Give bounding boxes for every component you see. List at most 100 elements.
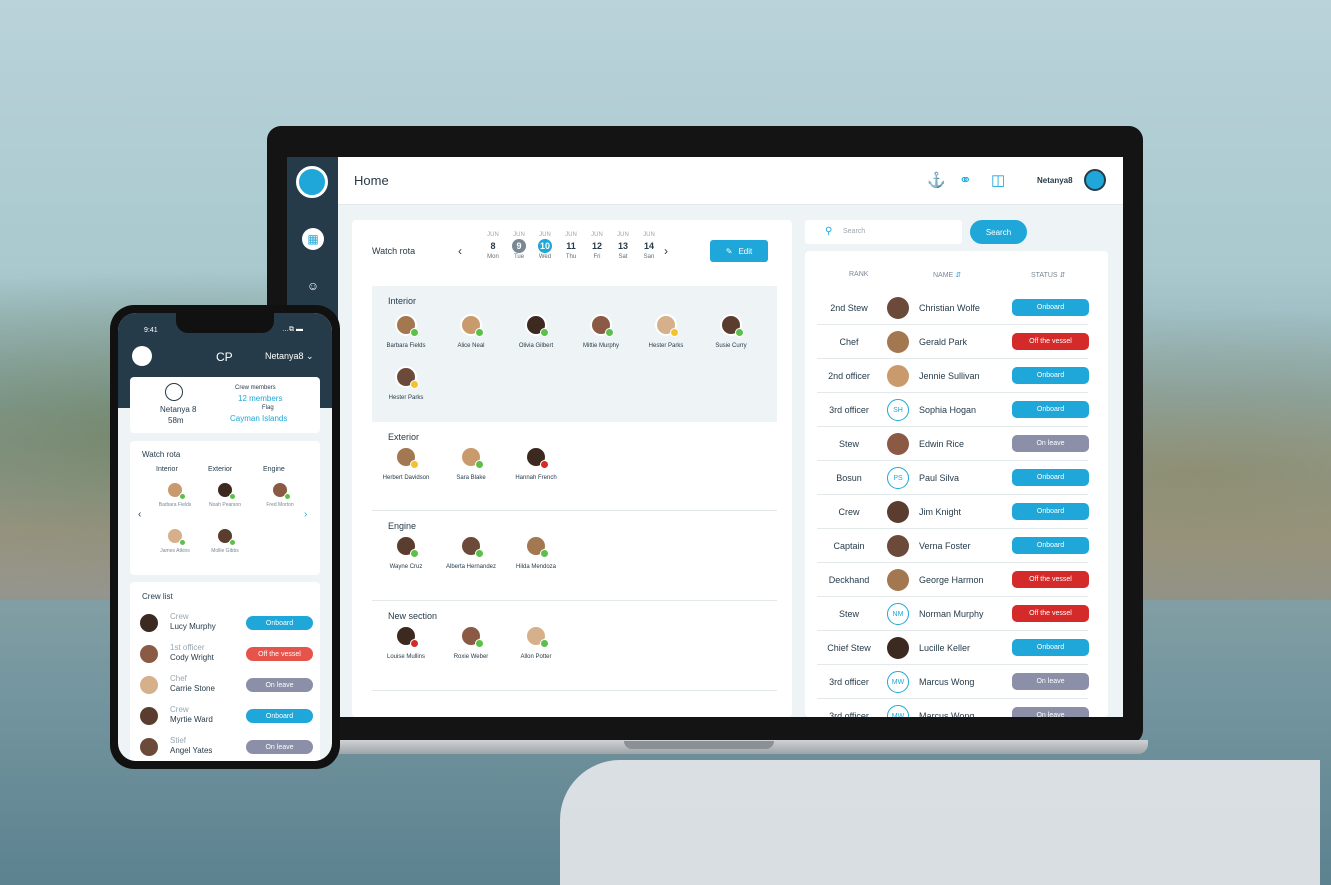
status-badge[interactable]: Onboard (1012, 469, 1089, 486)
avatar: NM (887, 603, 909, 625)
name-header[interactable]: NAME ⇵ (933, 271, 961, 279)
app-logo[interactable] (296, 166, 328, 198)
status-badge[interactable]: On leave (1012, 435, 1089, 452)
table-row[interactable]: 3rd officer MW Marcus Wong On leave (805, 665, 1108, 699)
next-week-icon[interactable]: › (664, 244, 668, 258)
status-badge[interactable]: On leave (1012, 673, 1089, 690)
day-1[interactable]: JUN 9 Tue (506, 232, 532, 260)
day-2[interactable]: JUN 10 Wed (532, 232, 558, 260)
status-badge[interactable]: Onboard (1012, 537, 1089, 554)
search-input[interactable]: ⚲ Search (805, 220, 962, 244)
crew-member[interactable]: Mittie Murphy (571, 314, 631, 350)
status-badge[interactable]: Off the vessel (1012, 333, 1089, 350)
day-5[interactable]: JUN 13 Sat (610, 232, 636, 260)
rota-member[interactable]: Mollie Gibbs (200, 527, 250, 554)
rank-cell: Crew (838, 507, 860, 517)
user-name[interactable]: Netanya8 (1037, 176, 1073, 185)
table-row[interactable]: Chef Gerald Park Off the vessel (805, 325, 1108, 359)
crew-member[interactable]: Hester Parks (376, 366, 436, 402)
crew-member[interactable]: Hilda Mendoza (506, 535, 566, 571)
user-menu[interactable]: Netanya8 ⌄ (265, 351, 314, 362)
day-month: JUN (643, 232, 655, 238)
avatar (395, 314, 419, 337)
status-badge[interactable]: Onboard (246, 709, 313, 723)
crew-member[interactable]: Roxie Weber (441, 625, 501, 661)
rank-header[interactable]: RANK (849, 271, 868, 278)
status-dot (410, 549, 419, 558)
status-dot (410, 380, 419, 389)
status-badge[interactable]: Onboard (1012, 401, 1089, 418)
name-cell: Jennie Sullivan (919, 371, 980, 381)
table-row[interactable]: Chief Stew Lucille Keller Onboard (805, 631, 1108, 665)
lock-icon[interactable]: ◫ (991, 171, 1005, 189)
crew-member[interactable]: Allon Potter (506, 625, 566, 661)
rota-member[interactable]: Noah Pearson (200, 481, 250, 508)
crew-row[interactable]: Crew Lucy Murphy Onboard (130, 608, 320, 639)
crew-icon[interactable]: ☺ (302, 275, 324, 297)
crew-member[interactable]: Hannah French (506, 446, 566, 482)
crew-row[interactable]: Crew Myrtie Ward Onboard (130, 701, 320, 732)
rota-member[interactable]: Barbara Fields (150, 481, 200, 508)
name-cell: George Harmon (919, 575, 984, 585)
dashboard-icon[interactable]: ▦ (302, 228, 324, 250)
status-badge[interactable]: Off the vessel (1012, 605, 1089, 622)
status-badge[interactable]: Off the vessel (246, 647, 313, 661)
rota-member[interactable]: Fred Morton (255, 481, 305, 508)
table-row[interactable]: Crew Jim Knight Onboard (805, 495, 1108, 529)
table-row[interactable]: 3rd officer SH Sophia Hogan Onboard (805, 393, 1108, 427)
rota-member[interactable]: James Atkins (150, 527, 200, 554)
status-badge[interactable]: On leave (1012, 707, 1089, 717)
status-badge[interactable]: Onboard (246, 616, 313, 630)
table-row[interactable]: Stew Edwin Rice On leave (805, 427, 1108, 461)
crew-member[interactable]: Wayne Cruz (376, 535, 436, 571)
status-badge[interactable]: On leave (246, 678, 313, 692)
day-6[interactable]: JUN 14 San (636, 232, 662, 260)
table-row[interactable]: 2nd Stew Christian Wolfe Onboard (805, 291, 1108, 325)
table-row[interactable]: 3rd officer MW Marcus Wong On leave (805, 699, 1108, 717)
crew-member[interactable]: Louise Mullins (376, 625, 436, 661)
search-button[interactable]: Search (970, 220, 1027, 244)
avatar (395, 535, 419, 558)
app-logo[interactable] (132, 346, 152, 366)
rota-prev-icon[interactable]: ‹ (138, 509, 141, 520)
day-3[interactable]: JUN 11 Thu (558, 232, 584, 260)
table-row[interactable]: 2nd officer Jennie Sullivan Onboard (805, 359, 1108, 393)
crew-row[interactable]: Stief Angel Yates On leave (130, 732, 320, 761)
crew-row[interactable]: Chef Carrie Stone On leave (130, 670, 320, 701)
edit-button[interactable]: ✎ Edit (710, 240, 768, 262)
crew-member[interactable]: Alice Neal (441, 314, 501, 350)
crew-row[interactable]: 1st officer Cody Wright Off the vessel (130, 639, 320, 670)
status-badge[interactable]: Onboard (1012, 503, 1089, 520)
user-avatar[interactable] (1084, 169, 1106, 191)
prev-week-icon[interactable]: ‹ (458, 244, 462, 258)
crew-member[interactable]: Hester Parks (636, 314, 696, 350)
table-row[interactable]: Deckhand George Harmon Off the vessel (805, 563, 1108, 597)
status-dot (670, 328, 679, 337)
crew-member[interactable]: Herbert Davidson (376, 446, 436, 482)
chat-icon[interactable]: ⚭ (959, 171, 972, 189)
bell-icon[interactable]: ⚓ (927, 171, 946, 189)
status-badge[interactable]: Off the vessel (1012, 571, 1089, 588)
status-badge[interactable]: Onboard (1012, 639, 1089, 656)
rota-col-engine: Engine (263, 466, 285, 473)
rota-next-icon[interactable]: › (304, 509, 307, 520)
section-title: Engine (388, 521, 417, 531)
status-badge[interactable]: On leave (246, 740, 313, 754)
crew-member[interactable]: Susie Curry (701, 314, 761, 350)
status-badge[interactable]: Onboard (1012, 367, 1089, 384)
crew-member[interactable]: Olivia Gilbert (506, 314, 566, 350)
avatar: SH (887, 399, 909, 421)
table-row[interactable]: Captain Verna Foster Onboard (805, 529, 1108, 563)
day-number: 14 (643, 241, 654, 251)
status-header[interactable]: STATUS ⇵ (1031, 271, 1065, 279)
crew-member[interactable]: Barbara Fields (376, 314, 436, 350)
status-badge[interactable]: Onboard (1012, 299, 1089, 316)
day-4[interactable]: JUN 12 Fri (584, 232, 610, 260)
crew-member[interactable]: Alberta Hernandez (441, 535, 501, 571)
day-0[interactable]: JUN 8 Mon (480, 232, 506, 260)
crew-member[interactable]: Sara Blake (441, 446, 501, 482)
table-row[interactable]: Stew NM Norman Murphy Off the vessel (805, 597, 1108, 631)
vessel-length: 58m (168, 416, 184, 425)
table-row[interactable]: Bosun PS Paul Silva Onboard (805, 461, 1108, 495)
rank-cell: Captain (833, 541, 865, 551)
